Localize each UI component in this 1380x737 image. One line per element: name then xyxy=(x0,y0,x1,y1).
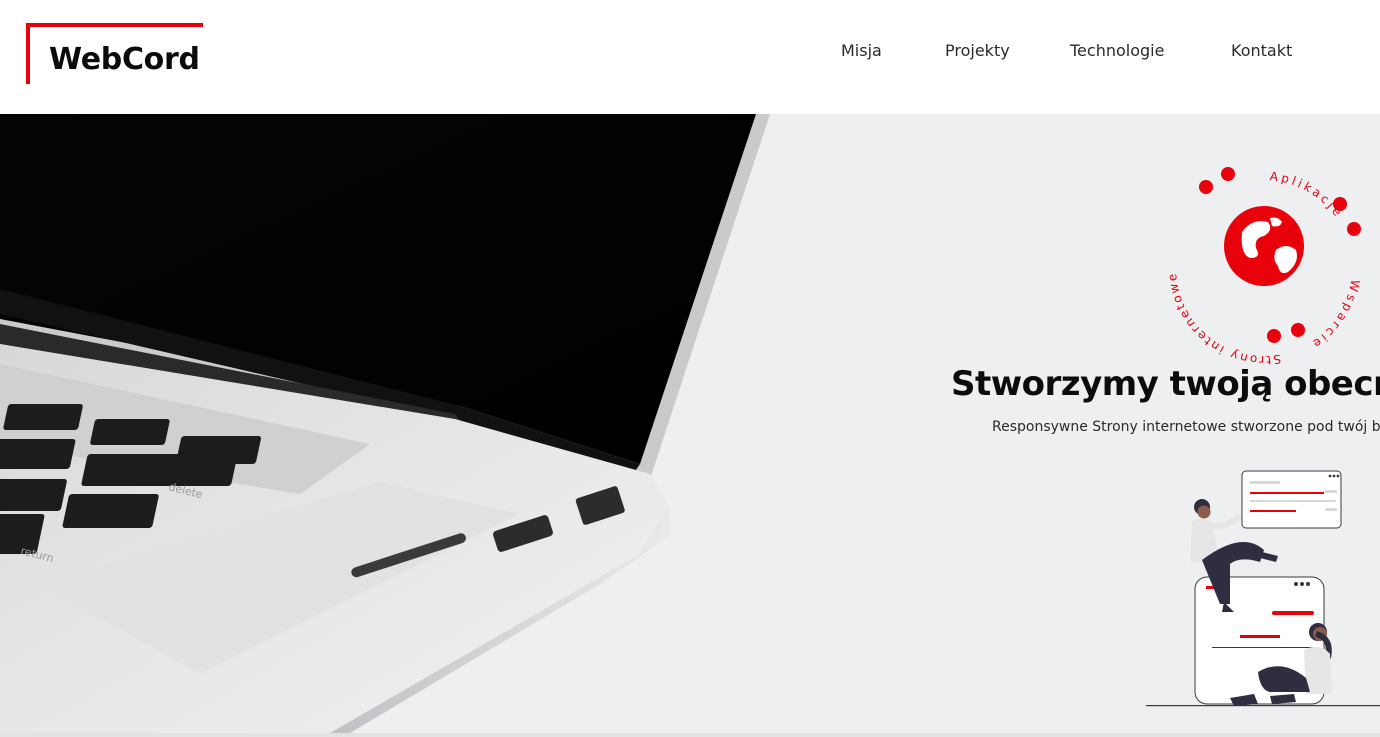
nav-link-technologie[interactable]: Technologie xyxy=(1070,41,1164,60)
badge-globe-icon: Aplikacje Wsparcie Strony internetowe xyxy=(1165,167,1362,367)
site-header: WebCord Misja Projekty Technologie Konta… xyxy=(0,0,1380,114)
people-website-illustration xyxy=(1146,470,1380,707)
nav-link-misja[interactable]: Misja xyxy=(841,41,882,60)
nav-link-kontakt[interactable]: Kontakt xyxy=(1231,41,1292,60)
hero-title: Stworzymy twoją obecn xyxy=(951,364,1380,404)
main-nav: Misja Projekty Technologie Kontakt xyxy=(0,41,1380,67)
hero-divider xyxy=(0,733,1380,737)
nav-link-projekty[interactable]: Projekty xyxy=(945,41,1010,60)
hero-subtitle: Responsywne Strony internetowe stworzone… xyxy=(992,419,1380,435)
hero-section: delete return Aplikacje Wsparcie Strony … xyxy=(0,114,1380,733)
laptop-photo: delete return xyxy=(0,114,770,733)
svg-text:Wsparcie: Wsparcie xyxy=(1308,278,1362,352)
